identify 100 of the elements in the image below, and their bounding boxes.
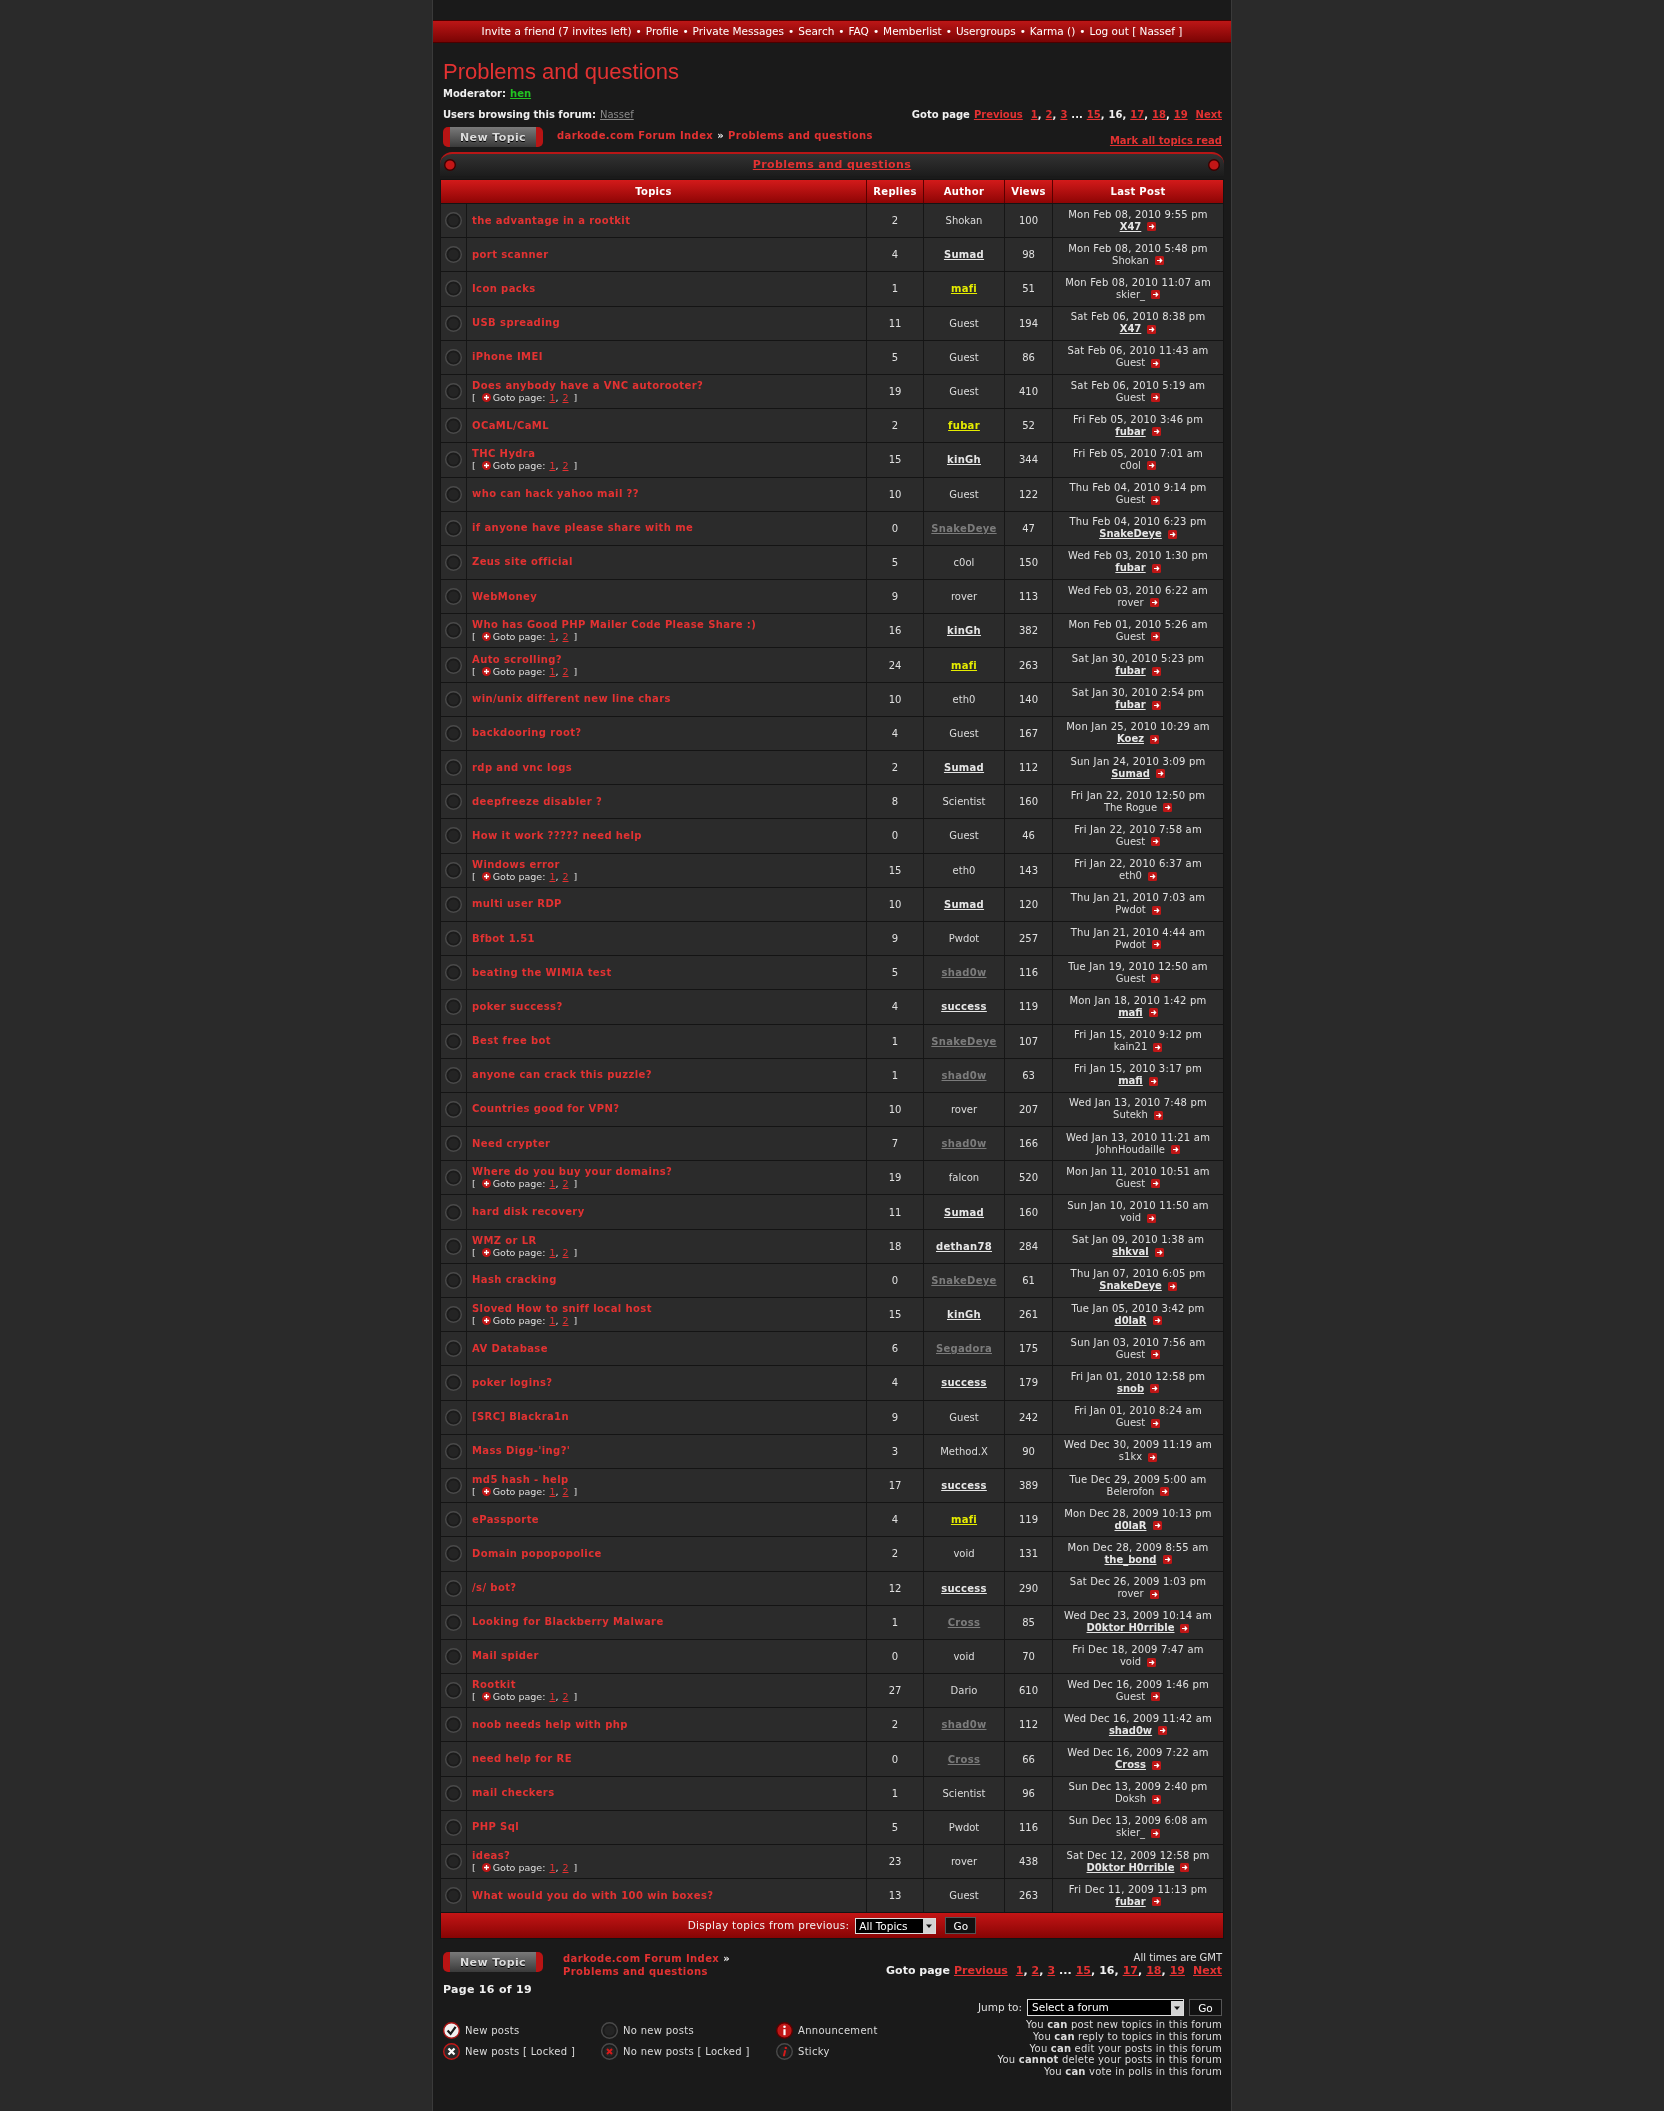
arrow-tile-icon[interactable]: [1147, 871, 1157, 881]
author-link[interactable]: success: [941, 999, 987, 1015]
next-link[interactable]: Next: [1195, 109, 1222, 121]
arrow-tile-icon[interactable]: [1153, 1110, 1163, 1120]
arrow-tile-icon[interactable]: [1151, 427, 1161, 437]
page-link[interactable]: 18: [1146, 1964, 1162, 1978]
page-link[interactable]: 2: [562, 1486, 569, 1498]
last-post-author-link[interactable]: fubar: [1115, 699, 1146, 712]
author-link[interactable]: Cross: [947, 1751, 981, 1767]
last-post-author-link[interactable]: D0ktor H0rrible: [1086, 1622, 1175, 1635]
author-link[interactable]: SnakeDeye: [931, 1033, 997, 1049]
topic-link[interactable]: who can hack yahoo mail ??: [472, 488, 640, 501]
topic-link[interactable]: port scanner: [472, 248, 549, 261]
go-button[interactable]: Go: [945, 1917, 977, 1935]
author-link[interactable]: Sumad: [943, 247, 985, 263]
arrow-tile-icon[interactable]: [1152, 1521, 1162, 1531]
author-link[interactable]: shad0w: [941, 1067, 987, 1083]
arrow-tile-icon[interactable]: [1151, 666, 1161, 676]
topic-link[interactable]: multi user RDP: [472, 898, 562, 911]
author-link[interactable]: success: [941, 1375, 987, 1391]
topic-link[interactable]: How it work ????? need help: [472, 829, 642, 842]
arrow-tile-icon[interactable]: [1151, 700, 1161, 710]
nav-link[interactable]: Usergroups: [955, 23, 1016, 40]
topic-link[interactable]: Looking for Blackberry Malware: [472, 1616, 664, 1629]
arrow-tile-icon[interactable]: [1151, 1897, 1161, 1907]
topic-link[interactable]: WMZ or LR: [472, 1234, 537, 1247]
arrow-tile-icon[interactable]: [1148, 1008, 1158, 1018]
last-post-author-link[interactable]: Koez: [1116, 733, 1144, 746]
topic-link[interactable]: Zeus site official: [472, 556, 573, 569]
topic-link[interactable]: backdooring root?: [472, 727, 582, 740]
topic-link[interactable]: Icon packs: [472, 282, 536, 295]
nav-link[interactable]: Log out [ Nassef ]: [1089, 23, 1183, 40]
arrow-tile-icon[interactable]: [1163, 803, 1173, 813]
nav-link[interactable]: Memberlist: [883, 23, 942, 40]
page-link[interactable]: 15: [1075, 1964, 1091, 1978]
arrow-tile-icon[interactable]: [1152, 1794, 1162, 1804]
arrow-tile-icon[interactable]: [1153, 1042, 1163, 1052]
nav-link[interactable]: Profile: [645, 23, 679, 40]
arrow-tile-icon[interactable]: [1162, 1555, 1172, 1565]
topic-link[interactable]: Does anybody have a VNC autorooter?: [472, 380, 704, 393]
topic-link[interactable]: PHP Sql: [472, 1821, 520, 1834]
author-link[interactable]: SnakeDeye: [931, 520, 997, 536]
arrow-tile-icon[interactable]: [1151, 974, 1161, 984]
page-link[interactable]: 1: [1015, 1964, 1024, 1978]
page-link[interactable]: 3: [1060, 109, 1068, 121]
arrow-tile-icon[interactable]: [1147, 1657, 1157, 1667]
breadcrumb-link[interactable]: darkode.com Forum Index: [557, 130, 714, 142]
arrow-tile-icon[interactable]: [1147, 324, 1157, 334]
page-link[interactable]: 2: [1045, 109, 1053, 121]
page-link[interactable]: 1: [1030, 109, 1038, 121]
previous-link[interactable]: Previous: [973, 109, 1023, 121]
arrow-tile-icon[interactable]: [1167, 529, 1177, 539]
arrow-tile-icon[interactable]: [1148, 1452, 1158, 1462]
topic-link[interactable]: the advantage in a rootkit: [472, 214, 631, 227]
last-post-author-link[interactable]: shad0w: [1108, 1724, 1153, 1737]
topic-link[interactable]: win/unix different new line chars: [472, 693, 671, 706]
topic-period-select[interactable]: All Topics: [855, 1917, 937, 1934]
topic-link[interactable]: hard disk recovery: [472, 1206, 585, 1219]
author-link[interactable]: Cross: [947, 1614, 981, 1630]
arrow-tile-icon[interactable]: [1148, 1076, 1158, 1086]
previous-link[interactable]: Previous: [953, 1964, 1008, 1978]
page-link[interactable]: 19: [1173, 109, 1188, 121]
arrow-tile-icon[interactable]: [1151, 563, 1161, 573]
arrow-tile-icon[interactable]: [1151, 1692, 1161, 1702]
arrow-tile-icon[interactable]: [1147, 1213, 1157, 1223]
arrow-tile-icon[interactable]: [1170, 1145, 1180, 1155]
arrow-tile-icon[interactable]: [1150, 1384, 1160, 1394]
user-link[interactable]: Nassef: [600, 109, 634, 121]
forum-select[interactable]: Select a forum: [1027, 1999, 1184, 2017]
arrow-tile-icon[interactable]: [1149, 598, 1159, 608]
author-link[interactable]: mafi: [950, 657, 978, 673]
author-link[interactable]: SnakeDeye: [931, 1272, 997, 1288]
topic-link[interactable]: Where do you buy your domains?: [472, 1166, 673, 1179]
next-link[interactable]: Next: [1192, 1964, 1222, 1978]
page-link[interactable]: 17: [1130, 109, 1145, 121]
mark-read-link[interactable]: Mark all topics read: [1109, 135, 1222, 147]
topic-link[interactable]: Rootkit: [472, 1679, 516, 1692]
page-link[interactable]: 2: [562, 665, 569, 677]
topic-link[interactable]: Mass Digg-'ing?': [472, 1445, 571, 1458]
last-post-author-link[interactable]: X47: [1119, 220, 1142, 233]
breadcrumb-link[interactable]: Problems and questions: [563, 1965, 708, 1979]
arrow-tile-icon[interactable]: [1151, 1179, 1161, 1189]
topic-link[interactable]: Need crypter: [472, 1137, 551, 1150]
arrow-tile-icon[interactable]: [1151, 1350, 1161, 1360]
page-link[interactable]: 2: [562, 1246, 569, 1258]
arrow-tile-icon[interactable]: [1151, 905, 1161, 915]
new-topic-button[interactable]: New Topic: [443, 1952, 543, 1973]
topic-link[interactable]: Mail spider: [472, 1650, 539, 1663]
forum-title-link[interactable]: Problems and questions: [752, 156, 912, 174]
author-link[interactable]: mafi: [950, 1512, 978, 1528]
last-post-author-link[interactable]: fubar: [1115, 665, 1146, 678]
topic-link[interactable]: ideas?: [472, 1850, 511, 1863]
topic-link[interactable]: if anyone have please share with me: [472, 522, 694, 535]
nav-link[interactable]: Invite a friend (7 invites left): [481, 23, 632, 40]
topic-link[interactable]: poker logins?: [472, 1376, 553, 1389]
arrow-tile-icon[interactable]: [1152, 1760, 1161, 1770]
page-link[interactable]: 2: [562, 870, 569, 882]
arrow-tile-icon[interactable]: [1154, 1247, 1164, 1257]
arrow-tile-icon[interactable]: [1151, 290, 1160, 300]
arrow-tile-icon[interactable]: [1151, 632, 1161, 642]
